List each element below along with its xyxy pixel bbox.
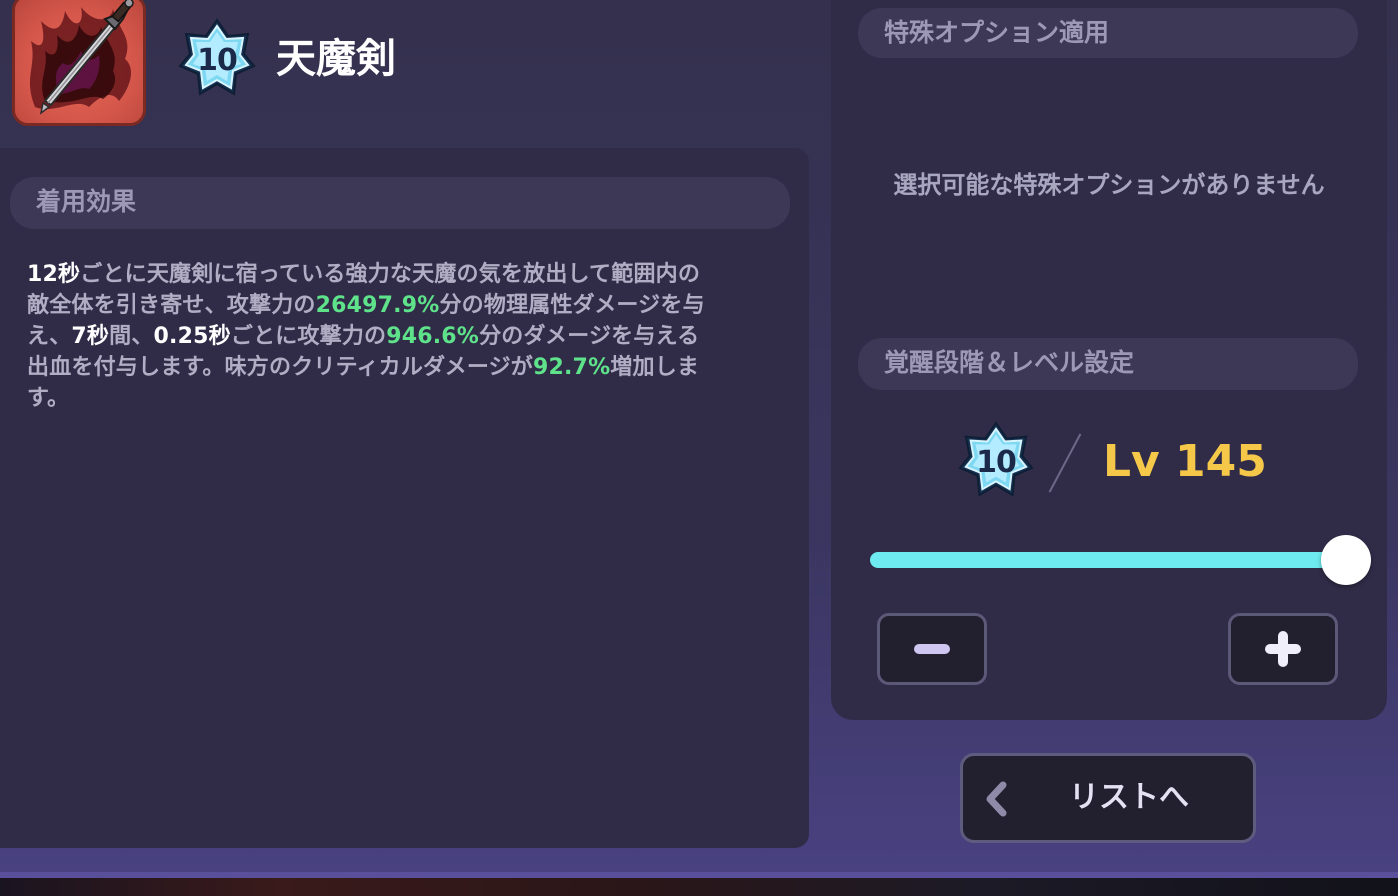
effect-panel [0,148,809,848]
level-slider-fill [870,552,1346,568]
effect-text-segment: ごとに攻撃力の [230,324,387,349]
effect-text-segment: 分のダメージを与える [479,324,700,349]
effect-text-segment: ごとに天魔剣に宿っている強力な天魔の気を放出して範囲内の [80,262,701,287]
awakening-settings-header: 覚醒段階＆レベル設定 [858,338,1358,390]
effect-text-segment: 増加しま [610,355,700,380]
increase-level-button[interactable] [1228,613,1338,685]
level-slider-thumb[interactable] [1321,535,1371,585]
level-slider[interactable] [870,552,1348,568]
level-value: Lv 145 [1103,436,1267,487]
special-option-header: 特殊オプション適用 [858,8,1358,58]
sword-icon [29,0,134,115]
awakening-selector-badge[interactable]: 10 [958,420,1034,500]
minus-icon [914,644,950,654]
effect-line: す。 [27,383,787,414]
chevron-left-icon [986,781,1007,817]
effect-header: 着用効果 [10,177,790,229]
effect-line: 敵全体を引き寄せ、攻撃力の26497.9%分の物理属性ダメージを与 [27,290,787,321]
back-to-list-button[interactable]: リストへ [960,753,1256,843]
item-icon-frame [12,0,146,126]
awakening-selector-value: 10 [976,444,1017,480]
effect-text-segment: 敵全体を引き寄せ、攻撃力の [27,293,316,318]
highlight-value: 26497.9% [315,293,440,318]
back-button-label: リストへ [1069,780,1189,815]
item-detail-screen: 10 天魔剣 着用効果 12秒ごとに天魔剣に宿っている強力な天魔の気を放出して範… [0,0,1398,896]
effect-text-segment: 分の物理属性ダメージを与 [439,293,705,318]
highlight-value: 92.7% [532,355,611,380]
item-name: 天魔剣 [276,36,396,82]
emphasis-value: 7秒 [71,324,110,349]
no-option-message: 選択可能な特殊オプションがありません [893,171,1325,199]
awakening-level: 10 [197,42,238,78]
emphasis-value: 0.25秒 [153,324,231,349]
effect-text-segment: 間、 [109,324,154,349]
highlight-value: 946.6% [386,324,480,349]
effect-description: 12秒ごとに天魔剣に宿っている強力な天魔の気を放出して範囲内の 敵全体を引き寄せ… [27,259,787,414]
plus-icon [1265,631,1301,667]
background-strip [0,878,1398,896]
effect-text-segment: す。 [27,386,70,411]
effect-line: え、7秒間、0.25秒ごとに攻撃力の946.6%分のダメージを与える [27,321,787,352]
effect-text-segment: 出血を付与します。味方のクリティカルダメージが [27,355,533,380]
emphasis-value: 12秒 [27,262,81,287]
awakening-badge: 10 [178,18,256,98]
decrease-level-button[interactable] [877,613,987,685]
effect-text-segment: え、 [27,324,72,349]
effect-line: 出血を付与します。味方のクリティカルダメージが92.7%増加しま [27,352,787,383]
effect-line: 12秒ごとに天魔剣に宿っている強力な天魔の気を放出して範囲内の [27,259,787,290]
